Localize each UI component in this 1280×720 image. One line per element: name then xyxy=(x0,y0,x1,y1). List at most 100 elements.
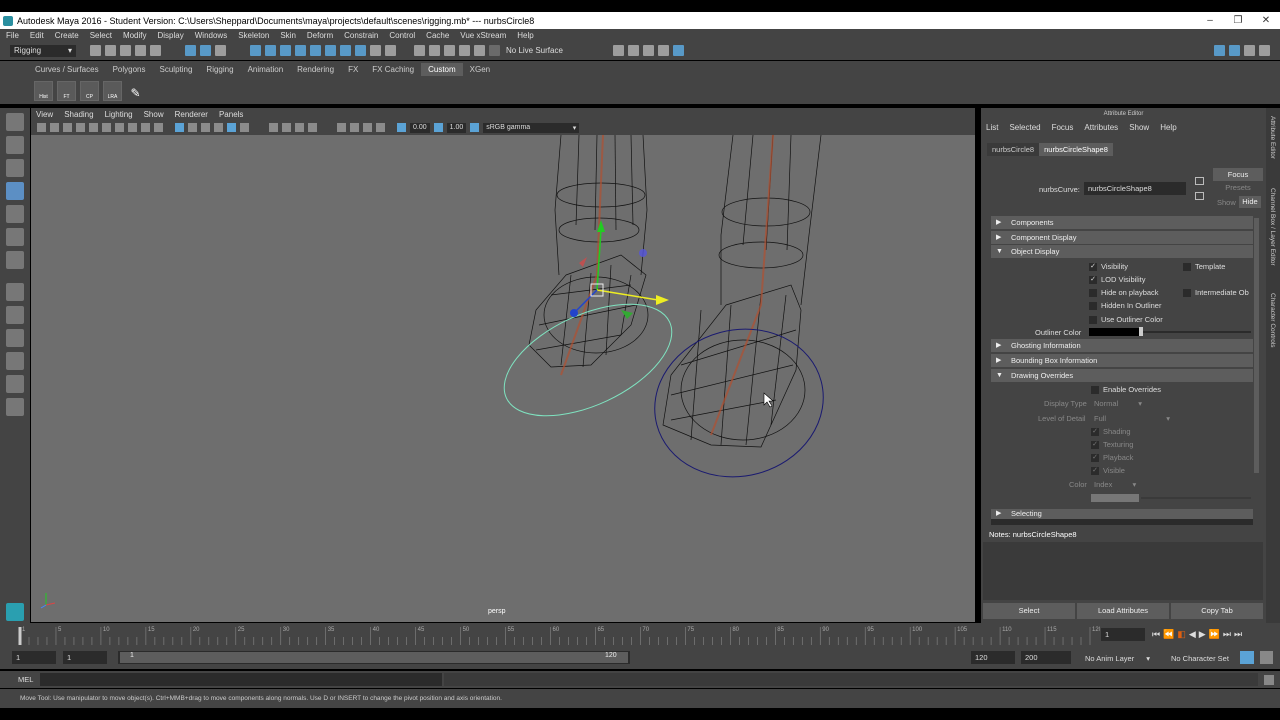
presets-button[interactable]: Presets xyxy=(1213,183,1263,192)
workspace-layout-icon[interactable] xyxy=(1214,45,1225,56)
node-name-field[interactable]: nurbsCircleShape8 xyxy=(1084,182,1186,195)
film-gate-icon[interactable] xyxy=(89,123,98,132)
snap-point-icon[interactable] xyxy=(444,45,455,56)
shelf-tab-fx[interactable]: FX xyxy=(341,63,365,76)
ambient-occlusion-icon[interactable] xyxy=(282,123,291,132)
undo-icon[interactable] xyxy=(135,45,146,56)
section-selecting[interactable]: ▶ Selecting xyxy=(991,509,1253,519)
mask-surfaces-icon[interactable] xyxy=(295,45,306,56)
mask-joints-icon[interactable] xyxy=(265,45,276,56)
safe-title-icon[interactable] xyxy=(154,123,163,132)
menu-select[interactable]: Select xyxy=(90,31,112,40)
move-tool-icon[interactable] xyxy=(6,182,24,200)
step-back-key-icon[interactable]: ⏪ xyxy=(1163,629,1174,640)
shelf-tab-rigging[interactable]: Rigging xyxy=(199,63,240,76)
exposure-field[interactable]: 0.00 xyxy=(410,122,430,133)
section-ghosting[interactable]: ▶ Ghosting Information xyxy=(991,339,1253,352)
nurbs-circle-right[interactable] xyxy=(638,310,840,495)
move-manipulator[interactable] xyxy=(570,220,669,319)
play-backwards-icon[interactable]: ◀ xyxy=(1189,629,1196,640)
vertical-scrollbar[interactable] xyxy=(1254,218,1259,473)
menu-constrain[interactable]: Constrain xyxy=(344,31,378,40)
range-slider-handle[interactable]: 1 120 xyxy=(120,652,628,663)
viewport-menu-panels[interactable]: Panels xyxy=(219,110,243,119)
play-forwards-icon[interactable]: ▶ xyxy=(1199,629,1206,640)
menu-create[interactable]: Create xyxy=(55,31,79,40)
hide-button[interactable]: Hide xyxy=(1239,196,1261,208)
default-material-icon[interactable] xyxy=(201,123,210,132)
ae-menu-focus[interactable]: Focus xyxy=(1052,123,1074,132)
select-component-icon[interactable] xyxy=(215,45,226,56)
show-channel-box-icon[interactable] xyxy=(1244,45,1255,56)
field-chart-icon[interactable] xyxy=(128,123,137,132)
shelf-button-cp[interactable]: CP xyxy=(80,81,99,101)
motion-blur-icon[interactable] xyxy=(295,123,304,132)
snap-view-plane-icon[interactable] xyxy=(459,45,470,56)
load-attributes-button[interactable]: Load Attributes xyxy=(1077,603,1169,619)
lod-visibility-checkbox[interactable]: ✓ LOD Visibility xyxy=(1089,275,1145,284)
viewport-menu-renderer[interactable]: Renderer xyxy=(175,110,208,119)
range-slider[interactable]: 1 120 xyxy=(118,651,630,664)
xray-joints-icon[interactable] xyxy=(350,123,359,132)
bookmark-icon[interactable] xyxy=(50,123,59,132)
render-current-frame-icon[interactable] xyxy=(612,45,624,56)
ae-menu-attributes[interactable]: Attributes xyxy=(1084,123,1118,132)
redo-icon[interactable] xyxy=(150,45,161,56)
rotate-tool-icon[interactable] xyxy=(6,205,24,223)
hidden-in-outliner-checkbox[interactable]: Hidden In Outliner xyxy=(1089,301,1161,310)
go-to-start-icon[interactable]: ⏮ xyxy=(1152,629,1160,640)
paint-select-tool-icon[interactable] xyxy=(6,159,24,177)
shelf-tab-polygons[interactable]: Polygons xyxy=(106,63,153,76)
shelf-tab-sculpting[interactable]: Sculpting xyxy=(153,63,200,76)
menu-control[interactable]: Control xyxy=(389,31,415,40)
hypershade-icon[interactable] xyxy=(657,45,669,56)
show-attribute-editor-icon[interactable] xyxy=(1229,45,1240,56)
command-input[interactable] xyxy=(40,673,442,686)
tab-nurbscircleshape8[interactable]: nurbsCircleShape8 xyxy=(1039,143,1113,156)
character-set-dropdown[interactable]: No Character Set xyxy=(1171,654,1229,663)
scale-tool-icon[interactable] xyxy=(6,228,24,246)
menu-help[interactable]: Help xyxy=(517,31,533,40)
viewport-menu-shading[interactable]: Shading xyxy=(64,110,93,119)
wireframe-on-shaded-icon[interactable] xyxy=(214,123,223,132)
menu-deform[interactable]: Deform xyxy=(307,31,333,40)
camera-attributes-icon[interactable] xyxy=(37,123,46,132)
menu-file[interactable]: File xyxy=(6,31,19,40)
live-surface-icon[interactable] xyxy=(489,45,500,56)
shelf-tab-curves-surfaces[interactable]: Curves / Surfaces xyxy=(28,63,106,76)
tab-nurbscircle8[interactable]: nurbsCircle8 xyxy=(987,143,1040,156)
safe-action-icon[interactable] xyxy=(141,123,150,132)
antialiasing-icon[interactable] xyxy=(308,123,317,132)
mask-rendering-icon[interactable] xyxy=(340,45,351,56)
xray-active-icon[interactable] xyxy=(363,123,372,132)
gate-mask-icon[interactable] xyxy=(115,123,124,132)
outliner-layout-icon[interactable] xyxy=(6,352,24,370)
smooth-shade-icon[interactable] xyxy=(188,123,197,132)
playback-checkbox[interactable]: ✓ Playback xyxy=(1091,453,1133,462)
save-scene-icon[interactable] xyxy=(120,45,131,56)
focus-arrow-icon[interactable] xyxy=(1195,177,1204,185)
use-outliner-color-checkbox[interactable]: Use Outliner Color xyxy=(1089,315,1163,324)
backface-icon[interactable] xyxy=(376,123,385,132)
section-bounding-box[interactable]: ▶ Bounding Box Information xyxy=(991,354,1253,367)
current-time-marker[interactable] xyxy=(18,627,22,645)
playback-end-field[interactable]: 120 xyxy=(971,651,1015,664)
animation-preferences-icon[interactable] xyxy=(1260,651,1273,664)
shelf-button-ft[interactable]: FT xyxy=(57,81,76,101)
color-space-dropdown[interactable]: sRGB gamma ▾ xyxy=(483,122,580,133)
last-tool-icon[interactable] xyxy=(6,251,24,269)
shadows-icon[interactable] xyxy=(269,123,278,132)
menuset-dropdown[interactable]: Rigging ▾ xyxy=(10,44,76,57)
section-object-display[interactable]: ▼ Object Display xyxy=(991,245,1253,258)
current-frame-field[interactable]: 1 xyxy=(1101,628,1145,641)
wireframe-icon[interactable] xyxy=(175,123,184,132)
visible-checkbox[interactable]: ✓ Visible xyxy=(1091,466,1125,475)
ae-menu-help[interactable]: Help xyxy=(1160,123,1176,132)
step-forward-frame-icon[interactable]: ⏩ xyxy=(1209,629,1220,640)
minimize-button[interactable]: – xyxy=(1196,15,1224,26)
section-drawing-overrides[interactable]: ▼ Drawing Overrides xyxy=(991,369,1253,382)
time-slider-ruler[interactable]: 1 5 10 15 20 25 30 35 40 45 50 55 60 65 70 75 80 85 90 95 10… xyxy=(0,623,1103,647)
shelf-tab-rendering[interactable]: Rendering xyxy=(290,63,341,76)
outliner-color-slider[interactable] xyxy=(1141,331,1251,333)
grid-toggle-icon[interactable] xyxy=(76,123,85,132)
